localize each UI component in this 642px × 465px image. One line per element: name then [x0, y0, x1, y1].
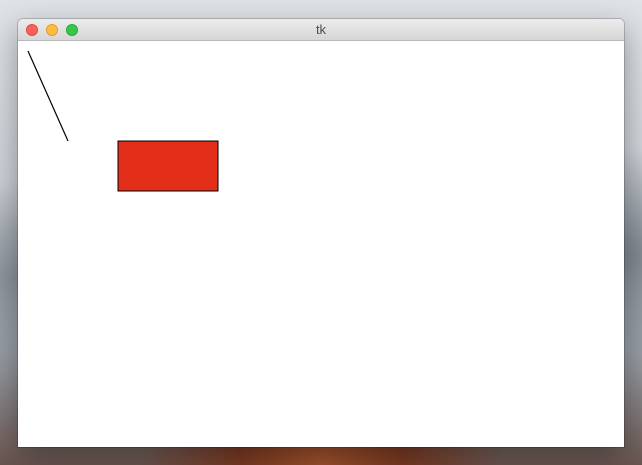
app-window: tk: [18, 19, 624, 447]
title-bar[interactable]: tk: [18, 19, 624, 41]
canvas-line: [27, 50, 69, 142]
canvas-red-rectangle: [117, 140, 219, 192]
drawing-canvas[interactable]: [18, 41, 624, 447]
canvas-drawing: [27, 50, 219, 192]
window-title: tk: [315, 22, 327, 37]
